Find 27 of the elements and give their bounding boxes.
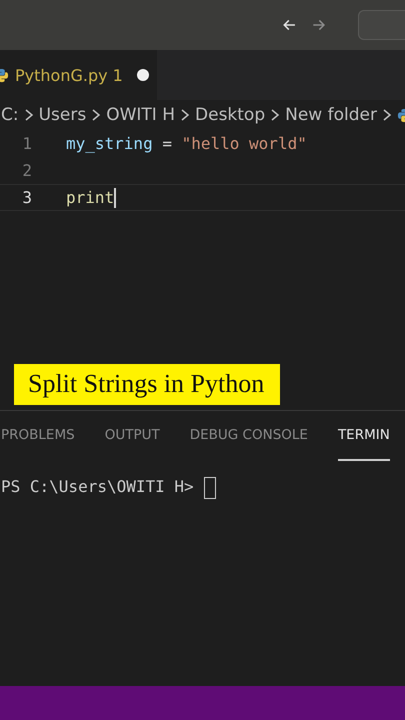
breadcrumb-item[interactable]: Desktop [195,105,266,125]
panel-tab[interactable]: PROBLEMS [1,411,75,461]
chevron-icon [91,109,102,121]
breadcrumb-item[interactable]: New folder [285,105,377,125]
code-token: print [66,188,114,207]
chevron-icon [382,109,392,121]
panel-tab[interactable]: TERMIN [338,411,390,461]
code-token: "hello world" [182,134,307,153]
code-token: my_string [66,134,153,153]
chevron-icon [180,109,190,121]
breadcrumb-item[interactable]: OWITI H [106,105,176,125]
caption-banner: Split Strings in Python [14,364,280,405]
chevron-icon [24,109,34,121]
line-number: 3 [21,188,32,207]
chevron-icon [270,109,280,121]
search-field[interactable] [358,10,405,40]
terminal-cursor [204,477,216,499]
line-number: 1 [21,134,32,153]
breadcrumb-item[interactable]: C: [1,105,19,125]
terminal-prompt: PS C:\Users\OWITI H> [1,477,194,496]
text-cursor [114,188,116,208]
panel-tab[interactable]: DEBUG CONSOLE [190,411,308,461]
breadcrumb-item[interactable]: Users [38,105,86,125]
panel-tab[interactable]: OUTPUT [104,411,160,461]
code-token: = [161,134,173,153]
line-number: 2 [21,161,32,180]
file-tab[interactable]: PythonG.py 1 [0,50,157,100]
